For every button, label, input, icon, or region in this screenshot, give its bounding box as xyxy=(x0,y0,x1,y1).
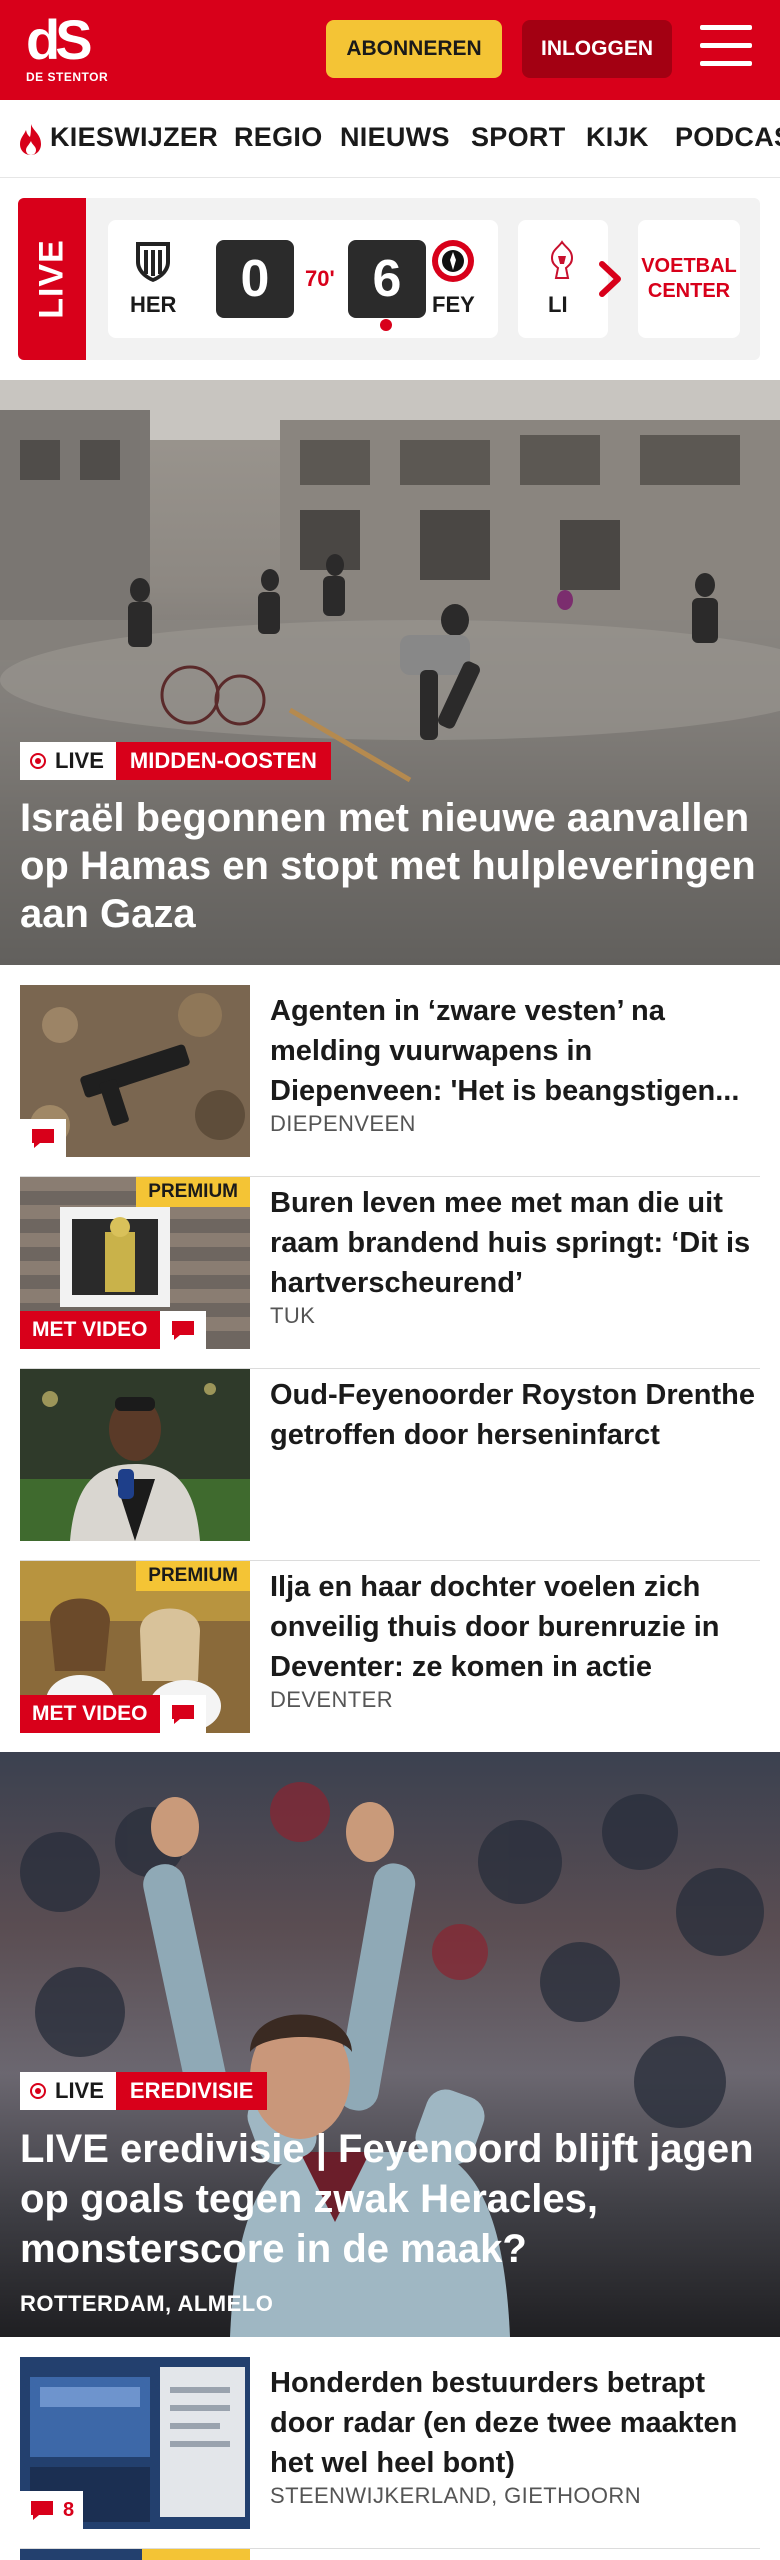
article-thumbnail: 8 xyxy=(20,2357,250,2529)
article-thumbnail: PREMIUM MET VIDEO xyxy=(20,1177,250,1349)
category-tag: EREDIVISIE xyxy=(115,2072,268,2110)
live-score-bar: LIVE HER 0 70' 6 FEY LI VOETBAL CENTER xyxy=(18,198,760,360)
article-item[interactable]: PREMIUM MET VIDEO Ilja en haar dochter v… xyxy=(20,1561,760,1753)
video-badge: MET VIDEO xyxy=(20,1695,160,1733)
match-card-her-fey[interactable]: HER 0 70' 6 FEY xyxy=(108,220,498,338)
hero-article-eredivisie[interactable]: LIVE EREDIVISIE LIVE eredivisie | Feyeno… xyxy=(0,1752,780,2337)
nav-item-kieswijzer[interactable]: KIESWIJZER xyxy=(50,122,218,153)
article-location: DEVENTER xyxy=(270,1687,393,1712)
video-badge: MET VIDEO xyxy=(20,1311,160,1349)
comment-count: 8 xyxy=(63,2498,75,2521)
site-logo[interactable]: dS DE STENTOR xyxy=(26,12,116,92)
comments-badge xyxy=(20,1119,66,1157)
nav-item-sport[interactable]: SPORT xyxy=(471,122,566,153)
article-item-partial[interactable] xyxy=(20,2549,760,2560)
login-button[interactable]: INLOGGEN xyxy=(522,20,672,78)
comments-badge: 8 xyxy=(20,2491,84,2529)
hero-article-gaza[interactable]: LIVE MIDDEN-OOSTEN Israël begonnen met n… xyxy=(0,380,780,965)
logo-mark: dS xyxy=(26,8,93,71)
heracles-crest-icon xyxy=(136,242,170,282)
hero-location: ROTTERDAM, ALMELO xyxy=(20,2291,274,2316)
home-score: 0 xyxy=(216,240,294,318)
comment-icon xyxy=(172,1705,194,1724)
nav-item-podcast[interactable]: PODCAS xyxy=(675,122,780,153)
home-team-code: HER xyxy=(130,292,177,317)
nav-item-nieuws[interactable]: NIEUWS xyxy=(340,122,450,153)
article-thumbnail xyxy=(20,2549,250,2560)
hamburger-menu-icon[interactable] xyxy=(700,25,752,71)
comments-badge xyxy=(160,1311,206,1349)
site-header: dS DE STENTOR ABONNEREN INLOGGEN xyxy=(0,0,780,100)
comments-badge xyxy=(160,1695,206,1733)
section-nav: KIESWIJZER REGIO NIEUWS SPORT KIJK PODCA… xyxy=(0,100,780,178)
category-tag: MIDDEN-OOSTEN xyxy=(115,742,331,780)
comment-icon xyxy=(172,1321,194,1340)
hero-labels: LIVE EREDIVISIE xyxy=(20,2072,268,2110)
article-title: Buren leven mee met man die uit raam bra… xyxy=(270,1187,751,1299)
article-thumbnail xyxy=(20,985,250,1157)
premium-badge-partial xyxy=(142,2549,250,2560)
nav-item-regio[interactable]: REGIO xyxy=(234,122,323,153)
live-dot-icon xyxy=(30,2083,46,2099)
feyenoord-crest-icon xyxy=(432,240,474,282)
comment-icon xyxy=(31,2501,53,2520)
article-location: DIEPENVEEN xyxy=(270,1111,416,1136)
hero-labels: LIVE MIDDEN-OOSTEN xyxy=(20,742,331,780)
live-tag: LIVE xyxy=(20,2072,116,2110)
live-tag: LIVE xyxy=(20,742,116,780)
liverpool-crest-icon xyxy=(550,240,574,279)
next-team-code: LI xyxy=(548,292,568,317)
article-item[interactable]: Oud-Feyenoorder Royston Drenthe getroffe… xyxy=(20,1369,760,1561)
recent-goal-indicator xyxy=(380,319,392,331)
article-thumbnail xyxy=(20,1369,250,1541)
subscribe-button[interactable]: ABONNEREN xyxy=(326,20,502,78)
away-score: 6 xyxy=(348,240,426,318)
article-title: Oud-Feyenoorder Royston Drenthe getroffe… xyxy=(270,1379,755,1451)
article-location: STEENWIJKERLAND, GIETHOORN xyxy=(270,2483,641,2508)
away-team-code: FEY xyxy=(432,292,475,317)
article-title: Ilja en haar dochter voelen zich onveili… xyxy=(270,1571,720,1683)
article-title: Agenten in ‘zware vesten’ na melding vuu… xyxy=(270,995,740,1107)
premium-badge: PREMIUM xyxy=(136,1177,250,1207)
premium-badge: PREMIUM xyxy=(136,1561,250,1591)
voetbal-center-button[interactable]: VOETBAL CENTER xyxy=(638,220,740,338)
logo-subtitle: DE STENTOR xyxy=(26,70,109,84)
hero-title: Israël begonnen met nieuwe aanvallen op … xyxy=(20,796,756,936)
article-title: Honderden bestuurders betrapt door radar… xyxy=(270,2367,738,2479)
comment-icon xyxy=(32,1129,54,1148)
nav-item-kijk[interactable]: KIJK xyxy=(586,122,649,153)
match-minute: 70' xyxy=(305,266,335,291)
flame-icon xyxy=(20,124,41,155)
thumbnail-image xyxy=(20,1369,250,1541)
hero-title: LIVE eredivisie | Feyenoord blijft jagen… xyxy=(20,2127,754,2271)
live-dot-icon xyxy=(30,753,46,769)
article-item[interactable]: 8 Honderden bestuurders betrapt door rad… xyxy=(20,2357,760,2549)
article-thumbnail: PREMIUM MET VIDEO xyxy=(20,1561,250,1733)
chevron-right-icon[interactable] xyxy=(590,254,630,304)
live-label: LIVE xyxy=(18,198,86,360)
article-item[interactable]: Agenten in ‘zware vesten’ na melding vuu… xyxy=(20,985,760,1177)
article-item[interactable]: PREMIUM MET VIDEO Buren leven mee met ma… xyxy=(20,1177,760,1369)
article-location: TUK xyxy=(270,1303,316,1328)
